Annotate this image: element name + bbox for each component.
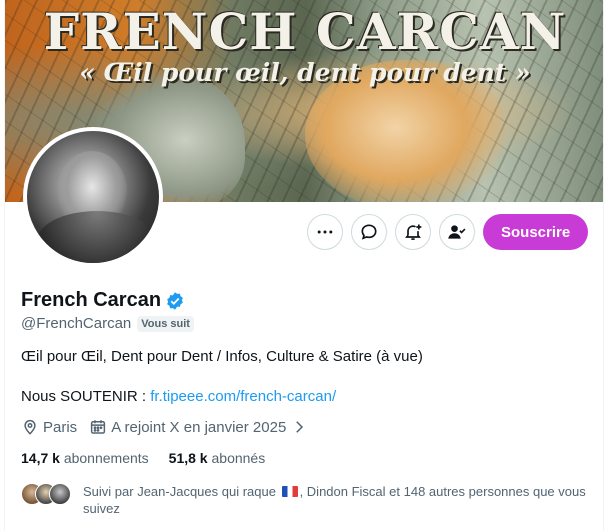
join-date-text: A rejoint X en janvier 2025 xyxy=(111,418,287,436)
followed-by-text[interactable]: Suivi par Jean-Jacques qui raque , Dindo… xyxy=(83,483,603,517)
following-button[interactable] xyxy=(439,214,475,250)
support-line: Nous SOUTENIR : fr.tipeee.com/french-car… xyxy=(21,387,336,407)
support-link[interactable]: fr.tipeee.com/french-carcan/ xyxy=(150,388,336,405)
followed-by-text-part1: Suivi par Jean-Jacques qui raque xyxy=(83,484,280,499)
banner-title: FRENCH CARCAN xyxy=(43,2,567,61)
followed-by: Suivi par Jean-Jacques qui raque , Dindo… xyxy=(21,483,603,517)
profile-page: FRENCH CARCAN « Œil pour œil, dent pour … xyxy=(4,0,604,531)
notify-button[interactable] xyxy=(395,214,431,250)
banner-subtitle: « Œil pour œil, dent pour dent » xyxy=(79,58,531,87)
support-label: Nous SOUTENIR : xyxy=(21,388,151,405)
join-date[interactable]: A rejoint X en janvier 2025 xyxy=(89,418,308,436)
following-stat[interactable]: 14,7 k abonnements xyxy=(21,450,149,466)
bell-plus-icon xyxy=(405,224,422,240)
calendar-icon xyxy=(91,420,106,434)
chevron-right-icon xyxy=(296,421,304,433)
followers-count: 51,8 k xyxy=(168,450,208,466)
following-label: abonnements xyxy=(59,450,149,466)
avatar xyxy=(49,483,71,505)
location: Paris xyxy=(21,418,77,436)
bio: Œil pour Œil, Dent pour Dent / Infos, Cu… xyxy=(21,348,423,365)
name-row: French Carcan xyxy=(21,289,185,312)
location-text: Paris xyxy=(43,418,78,436)
person-check-icon xyxy=(448,225,466,239)
more-horizontal-icon xyxy=(317,230,333,234)
followers-stat[interactable]: 51,8 k abonnés xyxy=(169,450,266,466)
profile-actions: Souscrire xyxy=(5,214,603,252)
followed-by-avatars[interactable] xyxy=(21,483,73,507)
following-count: 14,7 k xyxy=(21,450,60,466)
handle: @FrenchCarcan xyxy=(21,315,132,332)
profile-meta: Paris A rejoint X en janvier 2025 xyxy=(21,418,320,436)
france-flag-icon xyxy=(281,486,298,497)
stats-row: 14,7 k abonnements 51,8 k abonnés xyxy=(21,450,285,466)
handle-row: @FrenchCarcan Vous suit xyxy=(21,315,194,332)
follows-you-badge: Vous suit xyxy=(137,315,194,332)
message-button[interactable] xyxy=(351,214,387,250)
subscribe-button[interactable]: Souscrire xyxy=(483,214,589,250)
more-button[interactable] xyxy=(307,214,343,250)
display-name: French Carcan xyxy=(21,289,162,311)
message-icon xyxy=(361,224,377,240)
location-pin-icon xyxy=(24,419,36,435)
followers-label: abonnés xyxy=(207,450,266,466)
verified-badge-icon[interactable] xyxy=(165,291,185,311)
